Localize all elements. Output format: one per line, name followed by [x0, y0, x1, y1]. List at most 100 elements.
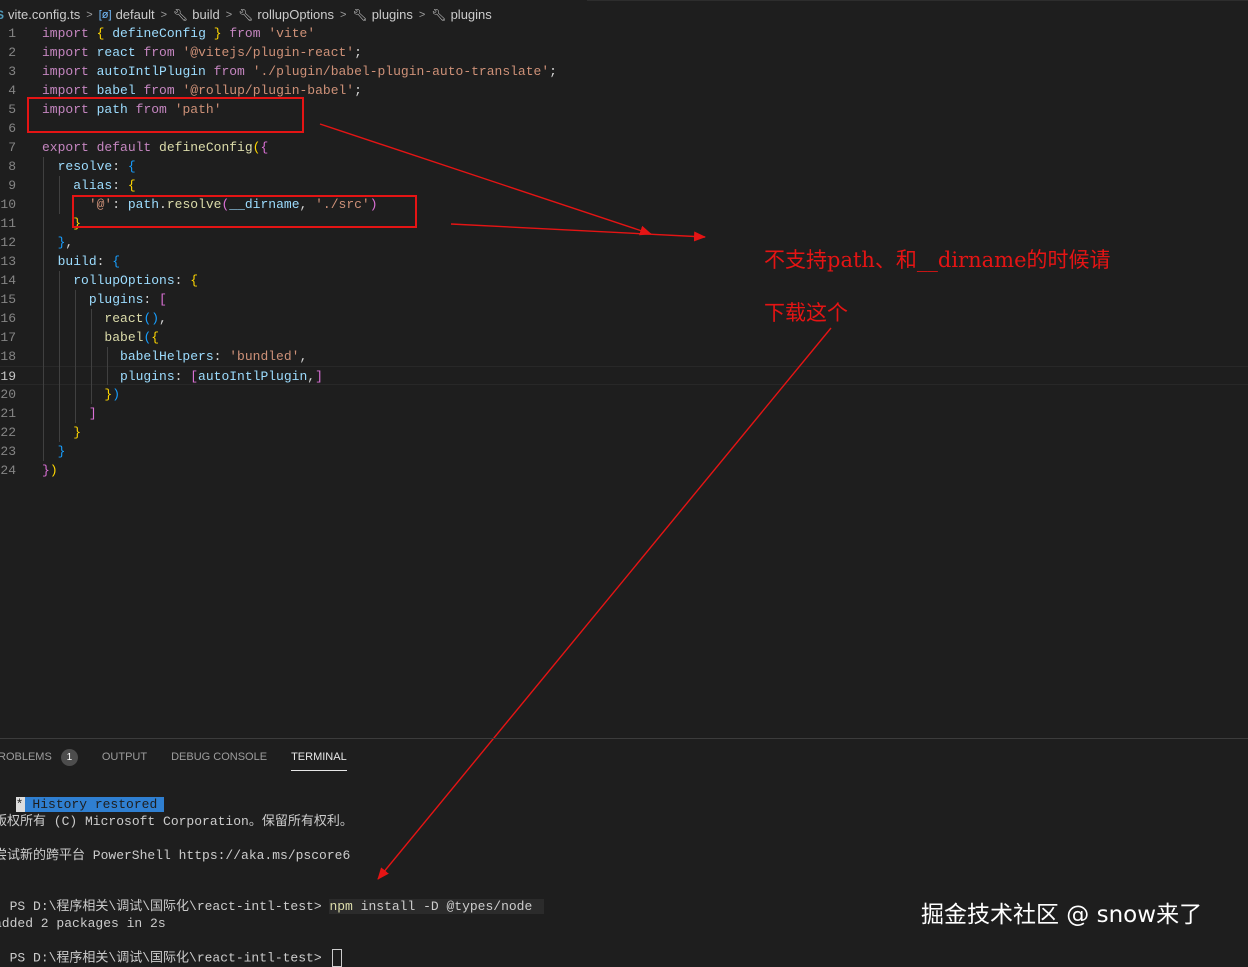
tab-output-label: OUTPUT	[101, 751, 148, 763]
code-line[interactable]: 8 resolve: {	[0, 157, 1248, 176]
history-restored-badge: History restored	[25, 797, 165, 812]
watermark: 掘金技术社区 @ snow来了	[921, 902, 1203, 928]
code-line[interactable]: 2 import react from '@vitejs/plugin-react…	[0, 43, 1248, 62]
code-text: plugins: [	[42, 290, 167, 309]
code-text: },	[42, 233, 74, 252]
code-token: import	[42, 83, 89, 98]
breadcrumb-item-build[interactable]: build	[192, 7, 219, 22]
object-icon: [ø]	[98, 8, 112, 21]
code-line[interactable]: 7 export default defineConfig({	[0, 138, 1248, 157]
code-text: import autoIntlPlugin from './plugin/bab…	[42, 62, 557, 81]
line-number: 3	[8, 64, 16, 79]
typescript-icon: S	[0, 7, 5, 22]
code-line[interactable]: 18 babelHelpers: 'bundled',	[0, 347, 1248, 366]
code-token: 'bundled'	[229, 349, 300, 364]
code-line[interactable]: 16 react(),	[0, 309, 1248, 328]
code-line[interactable]: 9 alias: {	[0, 176, 1248, 195]
code-text: import react from '@vitejs/plugin-react'…	[42, 43, 362, 62]
code-token: default	[96, 140, 152, 155]
panel-tabs: ROBLEMS 1 OUTPUT DEBUG CONSOLE TERMINAL	[0, 746, 371, 771]
code-token: :	[174, 273, 191, 288]
wrench-icon: 🔧︎	[238, 7, 254, 22]
terminal-history-line: * History restored	[0, 779, 1248, 813]
line-number: 6	[8, 121, 16, 136]
code-token: {	[190, 273, 199, 288]
code-token: import	[42, 26, 89, 41]
code-token: )	[49, 463, 58, 478]
code-token: babel	[96, 83, 136, 98]
code-line[interactable]: 1 import { defineConfig } from 'vite'	[0, 24, 1248, 43]
indent-guide	[59, 176, 60, 214]
code-text: import { defineConfig } from 'vite'	[42, 24, 315, 43]
code-token: {	[127, 159, 136, 174]
code-text: }	[42, 423, 81, 442]
code-line[interactable]: 23 }	[0, 442, 1248, 461]
code-token: from	[143, 45, 175, 60]
line-number: 11	[0, 216, 16, 231]
terminal-command-args: install -D @types/node	[352, 899, 541, 914]
terminal-prompt-2: PS D:\程序相关\调试\国际化\react-intl-test>	[9, 950, 330, 966]
code-token: from	[213, 64, 245, 79]
tab-terminal[interactable]: TERMINAL	[291, 746, 347, 771]
code-line[interactable]: 24})	[0, 461, 1248, 480]
indent-guide	[91, 309, 92, 404]
code-token: :	[96, 254, 113, 269]
code-token: rollupOptions	[73, 273, 175, 288]
breadcrumb-item-rollupoptions[interactable]: rollupOptions	[257, 7, 334, 22]
breadcrumb-item-plugins-2[interactable]: plugins	[451, 7, 492, 22]
tab-output[interactable]: OUTPUT	[102, 746, 147, 770]
code-token: ;	[549, 64, 557, 79]
tab-problems[interactable]: ROBLEMS 1	[0, 746, 78, 770]
line-number: 2	[8, 45, 16, 60]
code-token: alias	[73, 178, 113, 193]
line-number: 23	[0, 444, 16, 459]
line-number: 9	[8, 178, 16, 193]
code-line[interactable]: 21 ]	[0, 404, 1248, 423]
code-text: babelHelpers: 'bundled',	[42, 347, 307, 366]
breadcrumb-item-plugins[interactable]: plugins	[372, 7, 413, 22]
code-token: plugins	[120, 369, 175, 384]
line-number: 18	[0, 349, 16, 364]
code-line[interactable]: 15 plugins: [	[0, 290, 1248, 309]
code-token: ]	[88, 406, 97, 421]
code-line[interactable]: 22 }	[0, 423, 1248, 442]
code-token: babel	[104, 330, 144, 345]
code-line[interactable]: 3 import autoIntlPlugin from './plugin/ba…	[0, 62, 1248, 81]
tab-debug-console[interactable]: DEBUG CONSOLE	[171, 746, 267, 770]
code-line[interactable]: 19 plugins: [autoIntlPlugin,]	[0, 366, 1248, 385]
code-line[interactable]: 17 babel({	[0, 328, 1248, 347]
line-number: 7	[8, 140, 16, 155]
code-token: {	[151, 330, 160, 345]
code-token: :	[112, 178, 128, 193]
breadcrumb-file[interactable]: vite.config.ts	[8, 7, 80, 22]
breadcrumb-item-default[interactable]: default	[116, 7, 155, 22]
code-line[interactable]: 20 })	[0, 385, 1248, 404]
code-text: })	[42, 385, 120, 404]
code-token: {	[112, 254, 121, 269]
code-token: [	[190, 369, 199, 384]
highlight-box-import-path	[27, 97, 304, 133]
code-token: ()	[143, 311, 160, 326]
line-number: 17	[0, 330, 16, 345]
code-token: )	[112, 387, 121, 402]
line-number: 10	[0, 197, 16, 212]
code-token: ,	[299, 349, 308, 364]
code-token: from	[143, 83, 175, 98]
wrench-icon: 🔧︎	[431, 7, 447, 22]
terminal-input-line[interactable]: PS D:\程序相关\调试\国际化\react-intl-test>	[0, 932, 1242, 967]
code-text: rollupOptions: {	[42, 271, 198, 290]
highlight-box-alias	[72, 195, 417, 228]
terminal-command: npm install -D @types/node	[329, 899, 545, 914]
